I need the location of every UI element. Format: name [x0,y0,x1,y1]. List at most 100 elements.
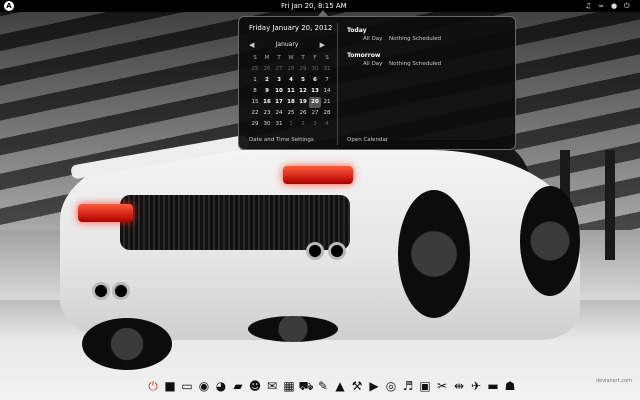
activities-button[interactable]: A [4,1,14,11]
dock-plane-icon[interactable]: ✈ [468,378,484,394]
weekday-label: S [325,55,329,61]
calendar-day[interactable]: 31 [321,64,333,75]
calendar-day[interactable]: 6 [309,75,321,86]
car-exhaust [112,282,130,300]
calendar-day[interactable]: 4 [321,119,333,130]
calendar-day[interactable]: 3 [309,119,321,130]
dock-chat-icon[interactable]: ☻ [247,378,263,394]
calendar-day[interactable]: 31 [273,119,285,130]
calendar-day[interactable]: 9 [261,86,273,97]
date-time-settings-link[interactable]: Date and Time Settings [249,137,314,143]
calendar-day[interactable]: 27 [309,108,321,119]
calendar-day[interactable]: 1 [249,75,261,86]
dock-media-play-icon[interactable]: ▶ [366,378,382,394]
power-icon[interactable]: ⏻ [624,2,630,10]
dock-tools-icon[interactable]: ✂ [434,378,450,394]
month-label: January [275,41,299,48]
dock-network-icon[interactable]: ⇹ [451,378,467,394]
calendar-day[interactable]: 12 [297,86,309,97]
calendar-day[interactable]: 24 [273,108,285,119]
calendar-day-today[interactable]: 20 [309,97,321,108]
calendar-day[interactable]: 30 [309,64,321,75]
car-wheel-left [82,318,172,370]
calendar-day[interactable]: 23 [261,108,273,119]
agenda-event-text: Nothing Scheduled [389,36,442,42]
car-wheel-center [248,316,338,342]
calendar-day[interactable]: 7 [321,75,333,86]
next-month-button[interactable]: ▶ [320,40,325,50]
calendar-day[interactable]: 15 [249,97,261,108]
wifi-icon[interactable]: ≈ [598,2,604,10]
speaker-icon[interactable]: ♫ [585,2,591,10]
calendar-day[interactable]: 4 [285,75,297,86]
calendar-day[interactable]: 13 [309,86,321,97]
calendar-week-row: 22 23 24 25 26 27 28 [249,108,333,119]
calendar-day[interactable]: 29 [249,119,261,130]
calendar-day[interactable]: 5 [297,75,309,86]
calendar-day[interactable]: 2 [261,75,273,86]
dock-mail-icon[interactable]: ✉ [264,378,280,394]
agenda-tomorrow-event: All Day Nothing Scheduled [347,61,512,77]
calendar-day[interactable]: 21 [321,97,333,108]
calendar-popup: Friday January 20, 2012 ◀ January ▶ S M T W… [238,16,516,150]
dock-browser-icon[interactable]: ◉ [196,378,212,394]
dock-device-icon[interactable]: ☗ [502,378,518,394]
calendar-day[interactable]: 28 [321,108,333,119]
dock-firefox-icon[interactable]: ◕ [213,378,229,394]
calendar-day[interactable]: 3 [273,75,285,86]
dock-toolbox-icon[interactable]: ⚒ [349,378,365,394]
dock-calculator-icon[interactable]: ▦ [281,378,297,394]
agenda-today-event: All Day Nothing Scheduled [347,36,512,52]
dock-display-icon[interactable]: ▭ [179,378,195,394]
calendar-day[interactable]: 17 [273,97,285,108]
calendar-day[interactable]: 25 [285,108,297,119]
calendar-day[interactable]: 10 [273,86,285,97]
open-calendar-link[interactable]: Open Calendar [347,137,388,143]
calendar-day[interactable]: 2 [297,119,309,130]
calendar-day[interactable]: 11 [285,86,297,97]
calendar-day[interactable]: 19 [297,97,309,108]
calendar-week-row: 8 9 10 11 12 13 14 [249,86,333,97]
car-wheel-rear [398,190,470,318]
calendar-day[interactable]: 18 [285,97,297,108]
user-icon[interactable]: ● [611,2,617,10]
calendar-day[interactable]: 22 [249,108,261,119]
agenda-panel: Today All Day Nothing Scheduled Tomorrow … [347,27,512,77]
dock-vlc-icon[interactable]: ▲ [332,378,348,394]
calendar-day[interactable]: 1 [285,119,297,130]
calendar-day[interactable]: 26 [297,108,309,119]
weekday-label: T [277,55,281,61]
weekday-header-row: SMTWTFS [249,53,333,64]
dock-power-icon[interactable]: ⏻ [145,378,161,394]
calendar-day[interactable]: 8 [249,86,261,97]
dock-files-icon[interactable]: ▰ [230,378,246,394]
calendar-week-row: 29 30 31 1 2 3 4 [249,119,333,130]
dock-disc-icon[interactable]: ◎ [383,378,399,394]
agenda-event-text: Nothing Scheduled [389,61,442,67]
dock-monitor-icon[interactable]: ▬ [485,378,501,394]
car-exhaust [328,242,346,260]
popup-pointer [318,10,328,16]
calendar-day[interactable]: 26 [261,64,273,75]
calendar-day[interactable]: 27 [273,64,285,75]
panel-clock[interactable]: Fri Jan 20, 8:15 AM [281,0,347,12]
dock-cart-icon[interactable]: ⛟ [298,378,314,394]
calendar-day[interactable]: 30 [261,119,273,130]
agenda-today-heading: Today [347,27,367,34]
dock-guitar-icon[interactable]: ♬ [400,378,416,394]
calendar-day[interactable]: 14 [321,86,333,97]
calendar-day[interactable]: 16 [261,97,273,108]
dock-brush-icon[interactable]: ✎ [315,378,331,394]
calendar-day[interactable]: 28 [285,64,297,75]
dock-image-icon[interactable]: ▣ [417,378,433,394]
car-wheel-front [520,186,580,296]
weekday-label: M [264,55,270,61]
month-navigator: ◀ January ▶ [249,40,325,50]
calendar-day[interactable]: 29 [297,64,309,75]
weekday-label: F [313,55,317,61]
calendar-day[interactable]: 25 [249,64,261,75]
dock-terminal-icon[interactable]: ■ [162,378,178,394]
popup-divider [337,23,338,145]
agenda-tomorrow-heading: Tomorrow [347,52,381,59]
calendar-week-row: 25 26 27 28 29 30 31 [249,64,333,75]
